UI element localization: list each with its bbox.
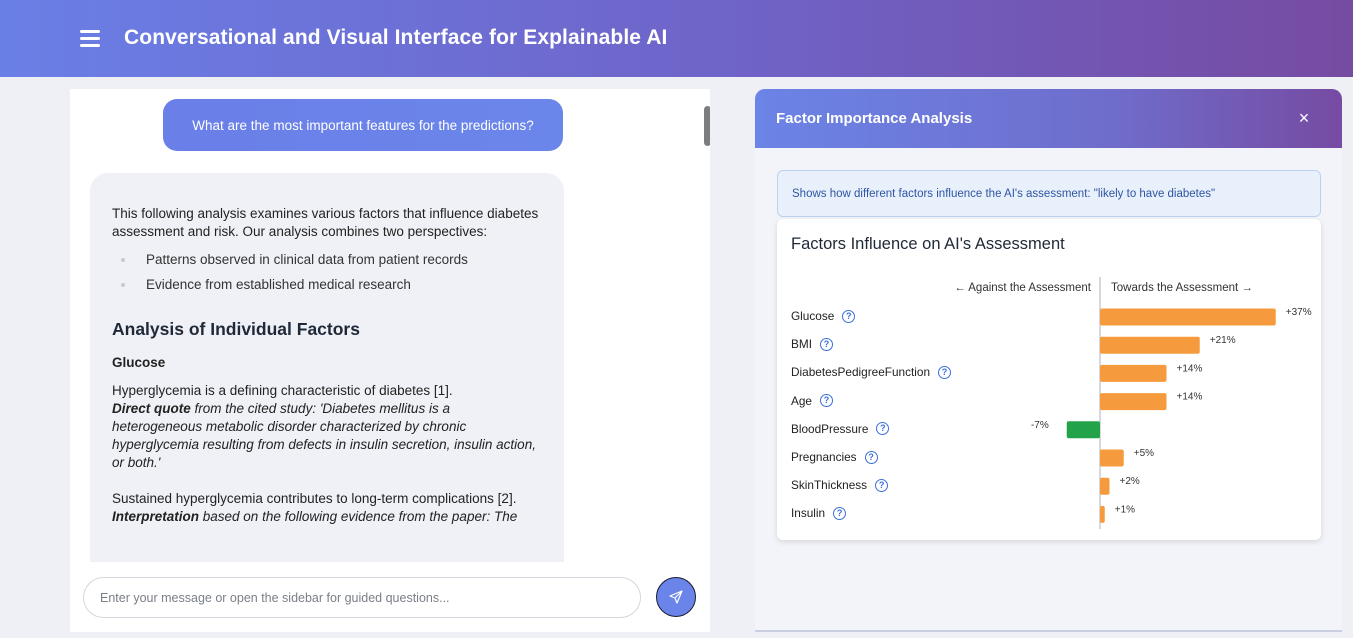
help-icon[interactable]: ? (819, 337, 833, 351)
chat-panel: What are the most important features for… (70, 89, 710, 632)
feature-label-bmi: BMI? (791, 337, 833, 351)
bar-bmi (1100, 336, 1200, 354)
factor-subheading: Glucose (112, 355, 166, 370)
bar-skinthickness (1100, 477, 1110, 495)
feature-name: Age (791, 393, 812, 408)
feature-name: Pregnancies (791, 450, 857, 464)
list-item: Patterns observed in clinical data from … (112, 251, 542, 269)
send-button[interactable] (656, 577, 696, 617)
bar-diabetespedigreefunction (1100, 364, 1167, 382)
top-bar: Conversational and Visual Interface for … (0, 0, 1353, 77)
bar-pregnancies (1100, 449, 1124, 467)
feature-name: Glucose (791, 309, 835, 323)
paragraph-text: Sustained hyperglycemia contributes to l… (112, 491, 517, 506)
feature-label-diabetespedigreefunction: DiabetesPedigreeFunction? (791, 365, 952, 380)
bar-age (1100, 393, 1167, 411)
value-label-skinthickness: +2% (1120, 476, 1140, 487)
analysis-heading: Analysis of Individual Factors (112, 319, 360, 339)
perspective-list: Patterns observed in clinical data from … (112, 251, 542, 294)
chart-card: Factors Influence on AI's Assessment ← A… (777, 219, 1321, 540)
feature-label-age: Age? (791, 394, 833, 408)
help-icon[interactable]: ? (842, 309, 856, 323)
send-icon (669, 590, 683, 604)
feature-label-pregnancies: Pregnancies? (791, 450, 878, 464)
value-label-pregnancies: +5% (1134, 448, 1154, 459)
app-title: Conversational and Visual Interface for … (124, 26, 668, 49)
help-icon[interactable]: ? (820, 394, 833, 408)
info-box: Shows how different factors influence th… (777, 170, 1321, 217)
feature-label-glucose: Glucose? (791, 309, 856, 323)
feature-label-bloodpressure: BloodPressure? (791, 421, 890, 436)
factor-importance-panel: Factor Importance Analysis × Shows how d… (755, 89, 1342, 632)
value-label-bmi: +21% (1210, 335, 1236, 346)
help-icon[interactable]: ? (876, 422, 890, 436)
help-icon[interactable]: ? (864, 450, 878, 464)
value-label-age: +14% (1177, 392, 1203, 403)
feature-name: Insulin (791, 506, 826, 521)
value-label-diabetespedigreefunction: +14% (1177, 363, 1203, 374)
complications-paragraph: Sustained hyperglycemia contributes to l… (112, 490, 542, 526)
list-item: Evidence from established medical resear… (112, 276, 542, 294)
close-icon[interactable]: × (1294, 108, 1314, 128)
factor-panel-header: Factor Importance Analysis × (755, 89, 1342, 148)
bar-glucose (1100, 308, 1276, 326)
interpretation-text: based on the following evidence from the… (199, 509, 518, 524)
paragraph-text: Hyperglycemia is a defining characterist… (112, 383, 453, 398)
feature-name: BMI (791, 337, 812, 352)
feature-name: DiabetesPedigreeFunction (791, 365, 931, 380)
ai-intro-text: This following analysis examines various… (112, 206, 539, 239)
user-message-bubble: What are the most important features for… (163, 99, 563, 151)
message-input[interactable] (83, 577, 641, 618)
chat-scrollbar[interactable] (704, 106, 710, 146)
feature-label-insulin: Insulin? (791, 506, 847, 521)
interpretation-label: Interpretation (112, 509, 200, 524)
direct-quote-label: Direct quote (112, 401, 191, 416)
feature-label-skinthickness: SkinThickness? (791, 478, 889, 493)
help-icon[interactable]: ? (833, 506, 847, 520)
value-label-glucose: +37% (1286, 307, 1312, 318)
feature-name: BloodPressure (791, 421, 869, 436)
help-icon[interactable]: ? (875, 478, 889, 492)
factor-panel-title: Factor Importance Analysis (776, 110, 973, 127)
menu-icon[interactable] (80, 30, 100, 47)
bar-bloodpressure (1066, 421, 1100, 439)
feature-name: SkinThickness (791, 478, 868, 493)
value-label-insulin: +1% (1115, 504, 1135, 515)
help-icon[interactable]: ? (938, 365, 952, 379)
value-label-bloodpressure: -7% (1031, 420, 1049, 431)
input-area (70, 562, 710, 632)
glucose-paragraph: Hyperglycemia is a defining characterist… (112, 382, 542, 472)
bar-insulin (1100, 505, 1105, 523)
